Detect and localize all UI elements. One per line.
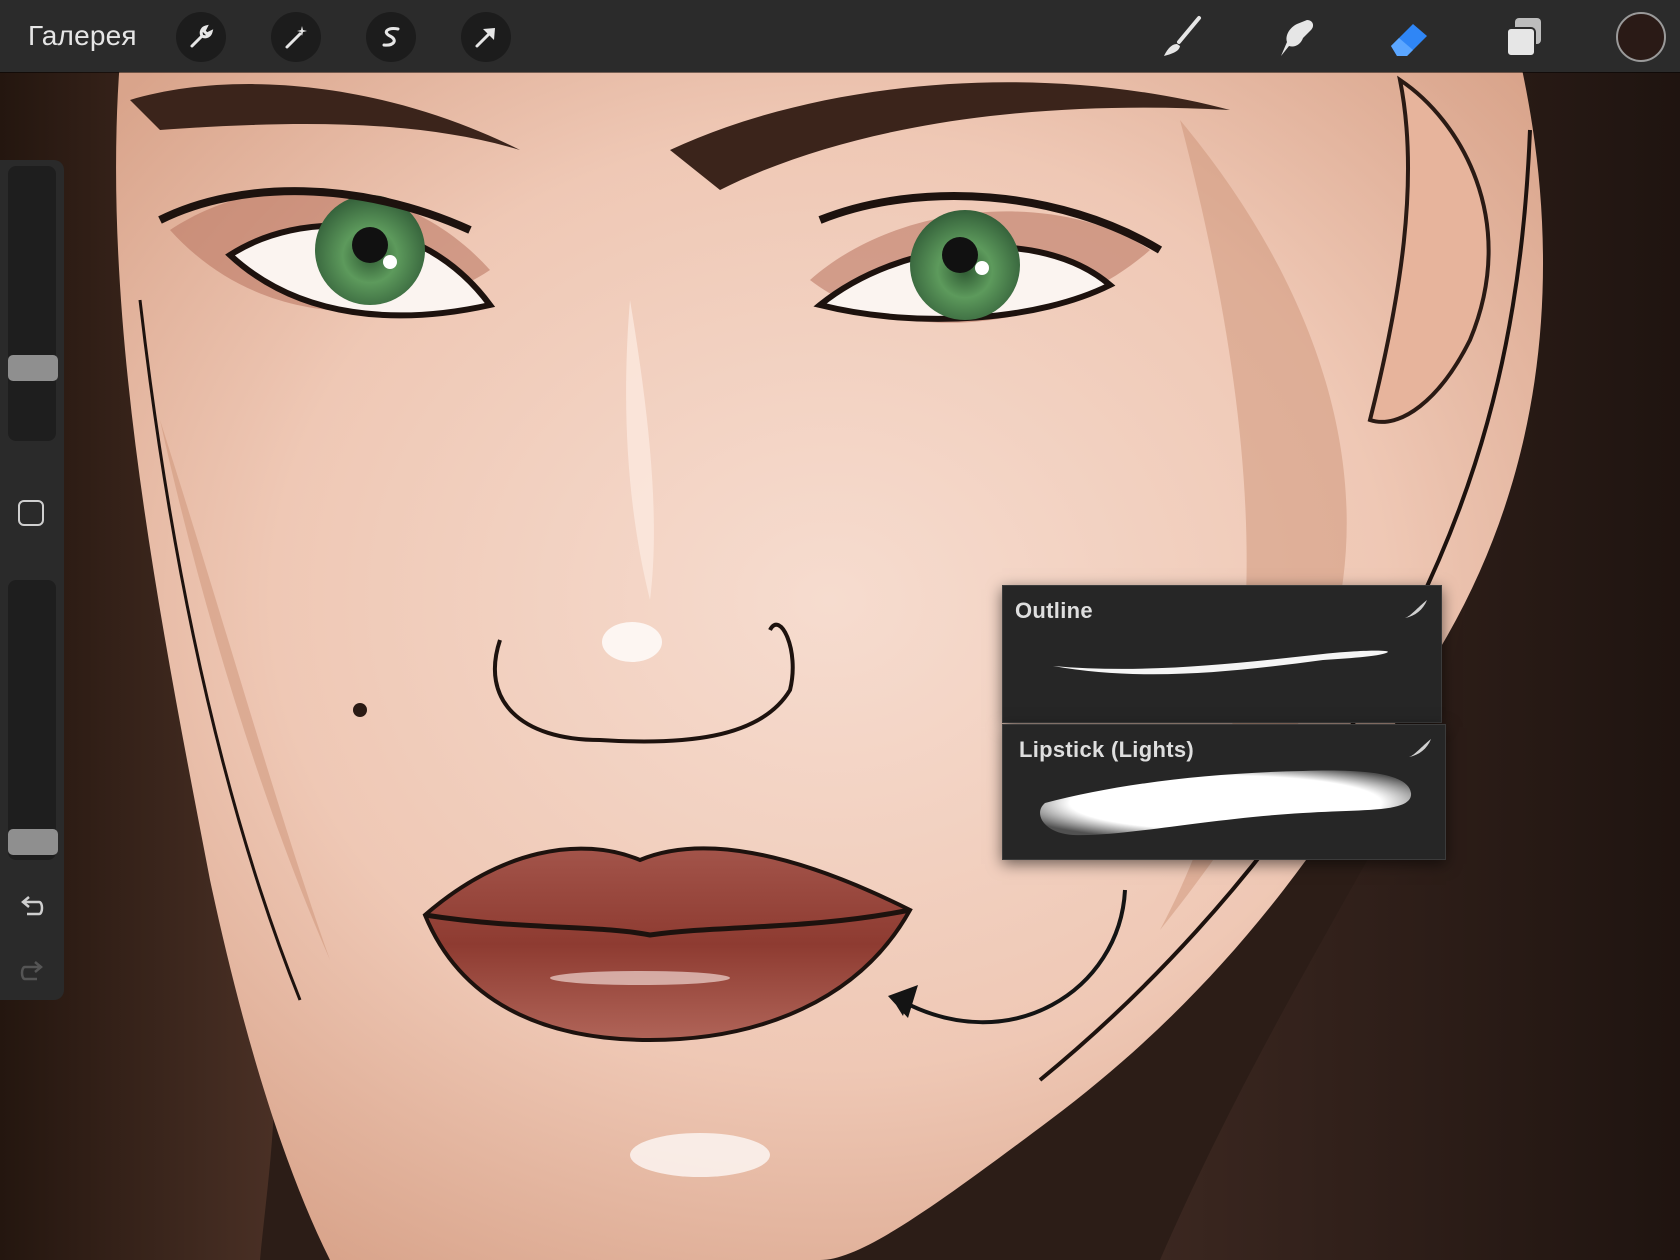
- chin-highlight: [630, 1133, 770, 1177]
- brush-opacity-slider-thumb[interactable]: [8, 829, 58, 855]
- outline-stroke-preview: [1053, 650, 1388, 675]
- eraser-tool-button[interactable]: [1384, 12, 1436, 62]
- smudge-finger-icon: [1281, 20, 1314, 56]
- arrow-cursor-icon: [475, 28, 495, 48]
- nose-tip-highlight: [602, 622, 662, 662]
- eye-left-highlight: [383, 255, 397, 269]
- brush-card-lipstick-lights[interactable]: Lipstick (Lights): [1002, 724, 1446, 860]
- transform-button[interactable]: [461, 12, 511, 62]
- layers-button[interactable]: [1498, 12, 1550, 62]
- gallery-button[interactable]: Галерея: [28, 20, 137, 52]
- selection-s-icon: [382, 27, 400, 47]
- brush-icon: [1164, 16, 1201, 56]
- eraser-icon: [1391, 24, 1427, 56]
- pupil-right: [942, 237, 978, 273]
- beauty-mark: [353, 703, 367, 717]
- eye-right-highlight: [975, 261, 989, 275]
- pupil-left: [352, 227, 388, 263]
- undo-arrow-icon[interactable]: [17, 890, 47, 920]
- brush-card-outline[interactable]: Outline: [1002, 585, 1442, 723]
- brush-name: Outline: [1015, 598, 1093, 623]
- square-modify-icon[interactable]: [18, 500, 44, 526]
- redo-arrow-icon[interactable]: [17, 955, 47, 985]
- brush-name: Lipstick (Lights): [1019, 737, 1194, 762]
- brush-size-slider[interactable]: [8, 166, 58, 441]
- left-sidebar: [0, 160, 64, 1000]
- brush-stroke-icon: [1409, 739, 1431, 757]
- color-picker-button[interactable]: [1616, 12, 1666, 62]
- lip-highlight: [550, 971, 730, 985]
- layers-icon: [1506, 18, 1541, 57]
- wrench-icon: [190, 24, 214, 48]
- magic-wand-icon: [285, 26, 307, 49]
- brush-opacity-slider[interactable]: [8, 580, 58, 860]
- brush-size-slider-thumb[interactable]: [8, 355, 58, 381]
- brush-tool-button[interactable]: [1156, 12, 1208, 62]
- selection-button[interactable]: [366, 12, 416, 62]
- adjustments-button[interactable]: [271, 12, 321, 62]
- actions-button[interactable]: [176, 12, 226, 62]
- top-toolbar: Галерея: [0, 0, 1680, 72]
- smudge-tool-button[interactable]: [1270, 12, 1322, 62]
- brush-stroke-icon: [1405, 600, 1427, 618]
- lipstick-stroke-preview: [1040, 770, 1412, 836]
